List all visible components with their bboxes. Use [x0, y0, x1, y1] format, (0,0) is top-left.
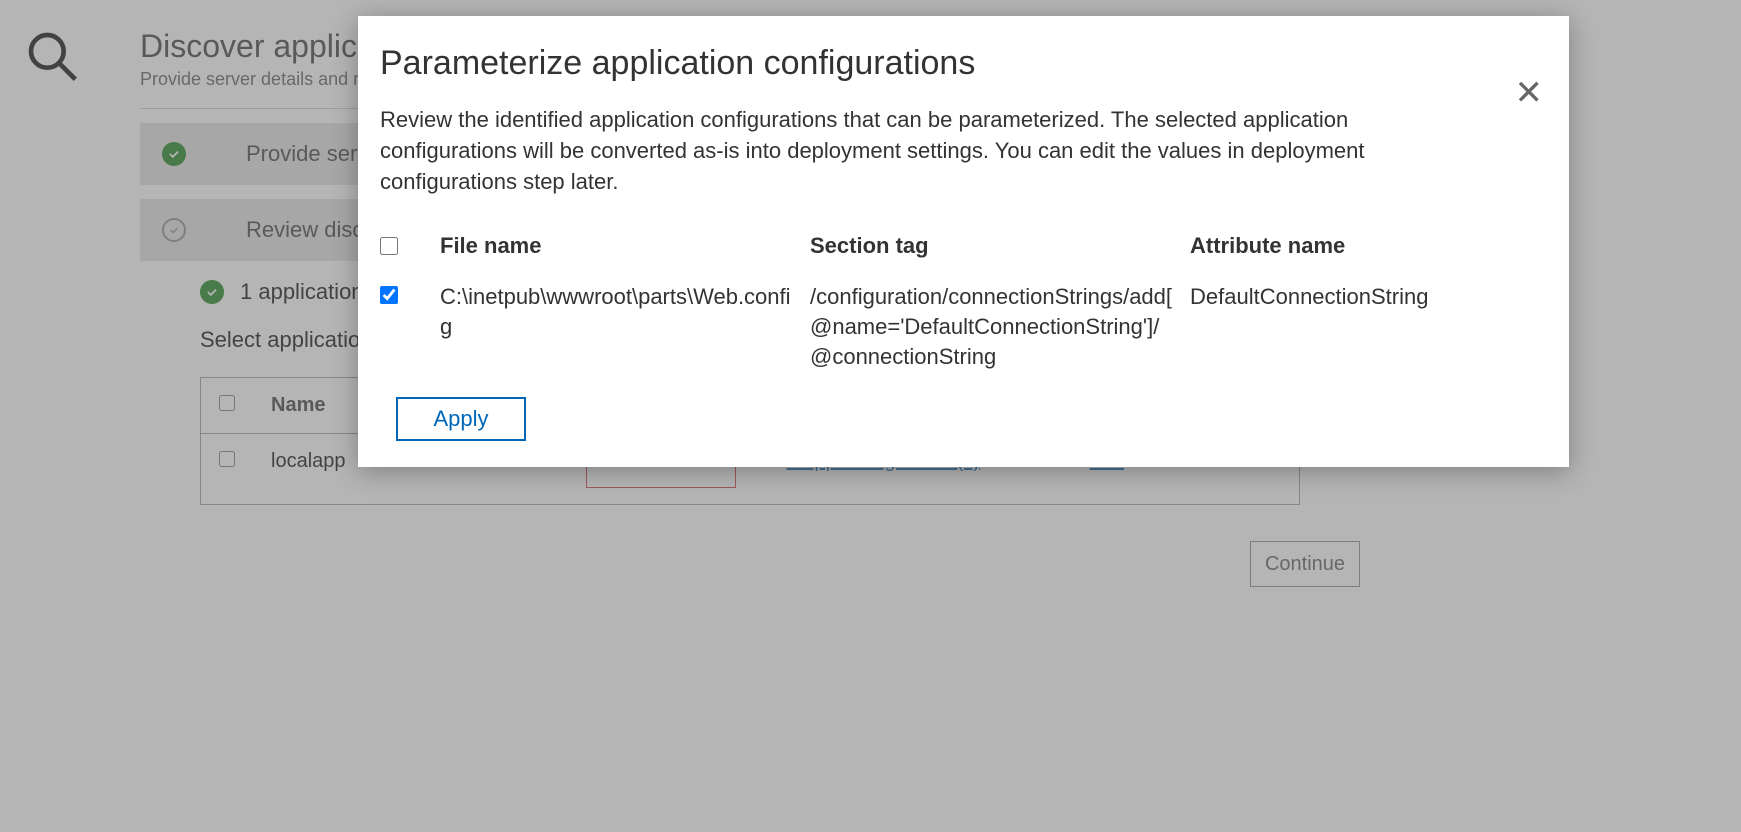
col-section: Section tag [810, 233, 1180, 259]
col-file: File name [440, 233, 800, 259]
config-row-checkbox[interactable] [380, 286, 398, 304]
col-attr: Attribute name [1190, 233, 1490, 259]
modal-description: Review the identified application config… [380, 105, 1480, 197]
select-all-config-checkbox[interactable] [380, 237, 398, 255]
close-icon[interactable]: ✕ [1515, 76, 1544, 110]
cell-section: /configuration/connectionStrings/add[@na… [810, 282, 1180, 371]
config-table: File name Section tag Attribute name C:\… [380, 233, 1537, 371]
modal-title: Parameterize application configurations [380, 44, 1537, 83]
parameterize-modal: Parameterize application configurations … [358, 16, 1569, 467]
cell-attr: DefaultConnectionString [1190, 282, 1490, 312]
apply-button[interactable]: Apply [396, 397, 526, 441]
cell-file: C:\inetpub\wwwroot\parts\Web.config [440, 282, 800, 341]
